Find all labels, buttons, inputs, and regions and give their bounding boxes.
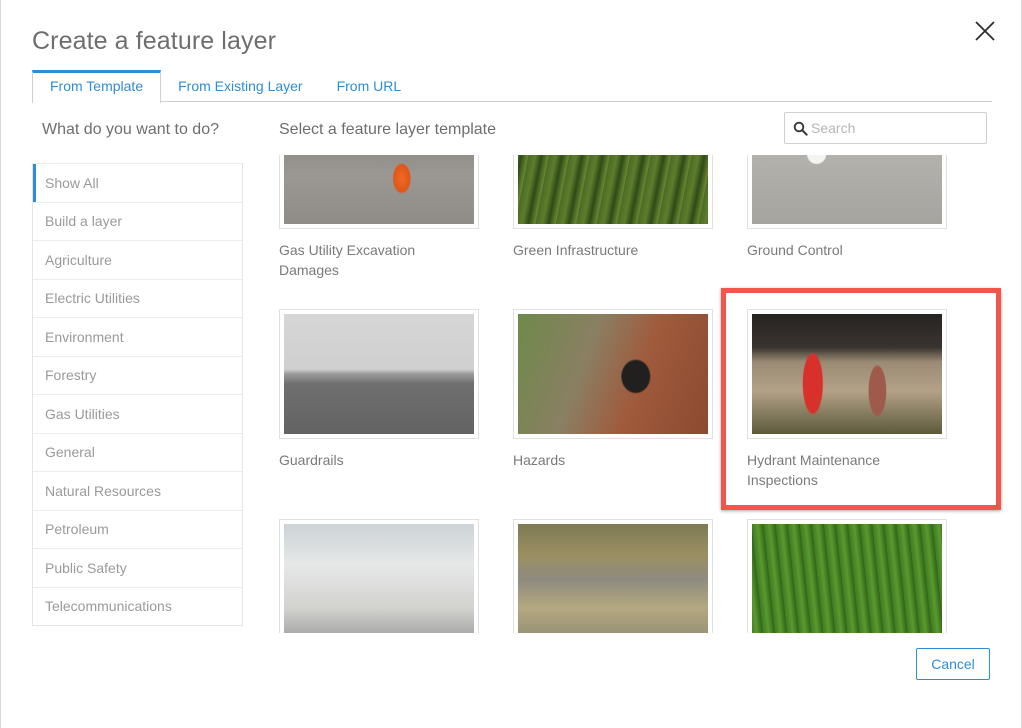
culvert-image bbox=[518, 524, 708, 633]
ice-storm-image bbox=[284, 524, 474, 633]
category-label: Show All bbox=[45, 175, 99, 191]
gas-excavation-image bbox=[284, 155, 474, 224]
guardrails-image bbox=[284, 314, 474, 434]
category-label: Public Safety bbox=[45, 560, 127, 576]
template-thumbnail bbox=[279, 519, 479, 633]
hydrant-image bbox=[752, 314, 942, 434]
template-thumbnail bbox=[279, 155, 479, 229]
create-feature-layer-dialog: Create a feature layer From Template Fro… bbox=[0, 0, 1022, 728]
green-infrastructure-image bbox=[518, 155, 708, 224]
tab-from-template[interactable]: From Template bbox=[32, 70, 161, 103]
close-button[interactable] bbox=[970, 16, 1000, 46]
category-label: Environment bbox=[45, 329, 124, 345]
right-section-heading: Select a feature layer template bbox=[279, 121, 496, 139]
sidebar-item-build-a-layer[interactable]: Build a layer bbox=[33, 202, 242, 241]
sidebar-item-natural-resources[interactable]: Natural Resources bbox=[33, 471, 242, 510]
category-label: Gas Utilities bbox=[45, 406, 120, 422]
template-card-row3-col1[interactable] bbox=[279, 519, 481, 633]
template-thumbnail bbox=[747, 155, 947, 229]
category-label: Forestry bbox=[45, 367, 96, 383]
template-card-ground-control[interactable]: Ground Control bbox=[747, 155, 949, 309]
page-title: Create a feature layer bbox=[32, 27, 276, 56]
sidebar-item-general[interactable]: General bbox=[33, 433, 242, 472]
template-card-hazards[interactable]: Hazards bbox=[513, 309, 715, 519]
sidebar-item-petroleum[interactable]: Petroleum bbox=[33, 510, 242, 549]
template-label: Guardrails bbox=[279, 450, 469, 470]
template-thumbnail bbox=[747, 519, 947, 633]
category-list: Show All Build a layer Agriculture Elect… bbox=[32, 163, 243, 626]
category-label: Electric Utilities bbox=[45, 290, 140, 306]
search-box[interactable] bbox=[784, 112, 987, 144]
dialog-footer: Cancel bbox=[1, 636, 1021, 728]
template-thumbnail bbox=[279, 309, 479, 439]
search-input[interactable] bbox=[808, 114, 998, 142]
cancel-button[interactable]: Cancel bbox=[916, 648, 990, 680]
category-label: Natural Resources bbox=[45, 483, 161, 499]
template-thumbnail bbox=[747, 309, 947, 439]
template-thumbnail bbox=[513, 155, 713, 229]
sidebar-item-forestry[interactable]: Forestry bbox=[33, 356, 242, 395]
template-card-gas-utility-excavation-damages[interactable]: Gas Utility Excavation Damages bbox=[279, 155, 481, 309]
tab-bar: From Template From Existing Layer From U… bbox=[32, 70, 992, 102]
sidebar-item-telecommunications[interactable]: Telecommunications bbox=[33, 587, 242, 626]
template-label: Hazards bbox=[513, 450, 703, 470]
template-thumbnail bbox=[513, 519, 713, 633]
search-icon bbox=[793, 121, 808, 136]
template-grid-viewport[interactable]: Gas Utility Excavation Damages Green Inf… bbox=[279, 155, 992, 633]
sidebar-item-environment[interactable]: Environment bbox=[33, 317, 242, 356]
sidebar-item-show-all[interactable]: Show All bbox=[33, 163, 242, 202]
template-card-green-infrastructure[interactable]: Green Infrastructure bbox=[513, 155, 715, 309]
template-label: Ground Control bbox=[747, 240, 937, 260]
category-label: Agriculture bbox=[45, 252, 112, 268]
sidebar-item-public-safety[interactable]: Public Safety bbox=[33, 548, 242, 587]
crop-survey-image bbox=[752, 524, 942, 633]
template-label: Hydrant Maintenance Inspections bbox=[747, 450, 937, 490]
category-label: Telecommunications bbox=[45, 598, 172, 614]
category-label: General bbox=[45, 444, 95, 460]
template-card-hydrant-maintenance-inspections[interactable]: Hydrant Maintenance Inspections bbox=[747, 309, 949, 519]
tab-from-existing-layer[interactable]: From Existing Layer bbox=[161, 70, 319, 102]
template-card-row3-col2[interactable] bbox=[513, 519, 715, 633]
tab-list: From Template From Existing Layer From U… bbox=[32, 70, 418, 102]
template-label: Gas Utility Excavation Damages bbox=[279, 240, 469, 280]
template-label: Green Infrastructure bbox=[513, 240, 703, 260]
close-icon bbox=[974, 20, 996, 42]
sidebar-item-gas-utilities[interactable]: Gas Utilities bbox=[33, 394, 242, 433]
category-label: Petroleum bbox=[45, 521, 109, 537]
template-thumbnail bbox=[513, 309, 713, 439]
template-grid: Gas Utility Excavation Damages Green Inf… bbox=[279, 155, 992, 633]
left-section-heading: What do you want to do? bbox=[42, 121, 219, 139]
hazards-image bbox=[518, 314, 708, 434]
template-card-row3-col3[interactable] bbox=[747, 519, 949, 633]
tab-from-url[interactable]: From URL bbox=[320, 70, 419, 102]
category-label: Build a layer bbox=[45, 213, 122, 229]
template-card-guardrails[interactable]: Guardrails bbox=[279, 309, 481, 519]
sidebar-item-agriculture[interactable]: Agriculture bbox=[33, 240, 242, 279]
sidebar-item-electric-utilities[interactable]: Electric Utilities bbox=[33, 279, 242, 318]
ground-control-image bbox=[752, 155, 942, 224]
